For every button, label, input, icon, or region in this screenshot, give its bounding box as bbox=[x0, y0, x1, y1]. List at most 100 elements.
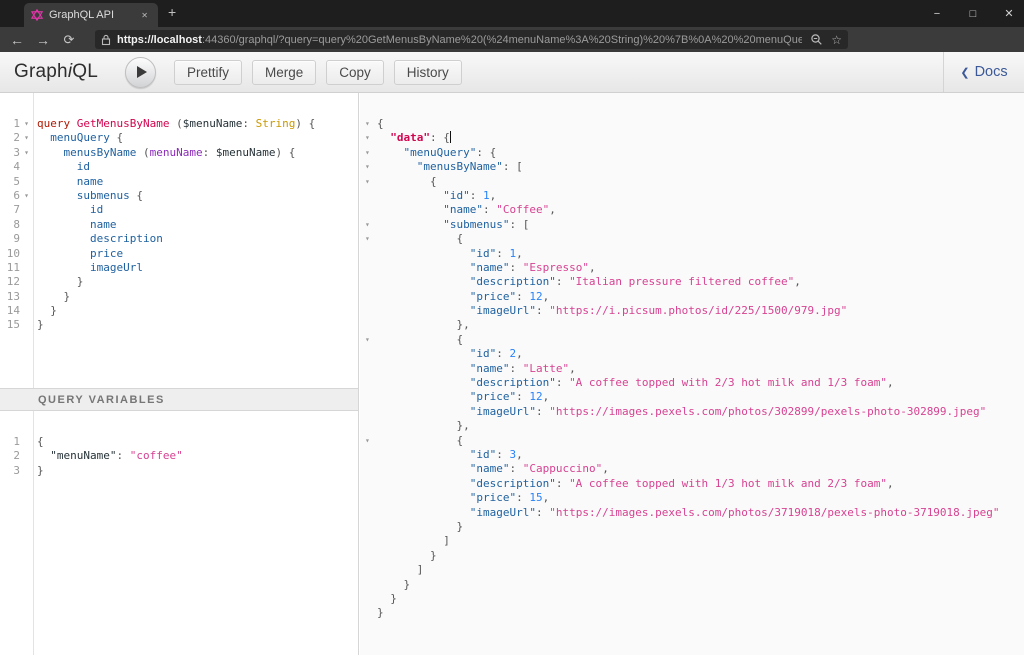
close-button[interactable]: ✕ bbox=[1002, 7, 1016, 20]
code-token: "description" bbox=[470, 275, 556, 288]
url-host: https://localhost bbox=[117, 34, 202, 46]
fold-gutter-spacer bbox=[20, 232, 33, 246]
browser-tab[interactable]: GraphQL API ✕ bbox=[24, 3, 158, 27]
fold-arrow-icon[interactable]: ▾ bbox=[360, 146, 377, 160]
code-token: "description" bbox=[470, 477, 556, 490]
back-button[interactable]: ← bbox=[4, 32, 30, 48]
line-number: 6 bbox=[0, 189, 20, 203]
code-token bbox=[377, 362, 470, 375]
fold-arrow-icon[interactable]: ▾ bbox=[20, 146, 33, 160]
code-token bbox=[377, 419, 456, 432]
refresh-button[interactable]: ⟳ bbox=[56, 32, 82, 48]
fold-arrow-icon[interactable]: ▾ bbox=[360, 434, 377, 448]
line-number: 12 bbox=[0, 275, 20, 289]
code-token bbox=[377, 247, 470, 260]
code-token: "name" bbox=[470, 261, 510, 274]
fold-gutter-spacer bbox=[360, 578, 377, 592]
code-line: "price": 12, bbox=[360, 290, 1024, 304]
query-variables-header[interactable]: QUERY VARIABLES bbox=[0, 388, 358, 411]
code-line: 1{ bbox=[0, 435, 358, 449]
query-editor[interactable]: 1▾query GetMenusByName ($menuName: Strin… bbox=[0, 93, 358, 333]
copy-button[interactable]: Copy bbox=[326, 60, 384, 85]
code-line: "price": 15, bbox=[360, 491, 1024, 505]
code-token: name bbox=[77, 175, 104, 188]
fold-arrow-icon[interactable]: ▾ bbox=[360, 232, 377, 246]
fold-arrow-icon[interactable]: ▾ bbox=[360, 175, 377, 189]
code-token: submenus bbox=[77, 189, 130, 202]
code-token bbox=[377, 434, 456, 447]
code-line: 9 description bbox=[0, 232, 358, 246]
code-token bbox=[377, 261, 470, 274]
fold-arrow-icon[interactable]: ▾ bbox=[360, 131, 377, 145]
code-line: "price": 12, bbox=[360, 390, 1024, 404]
history-button[interactable]: History bbox=[394, 60, 462, 85]
execute-query-button[interactable] bbox=[125, 57, 156, 88]
fold-arrow-icon[interactable]: ▾ bbox=[20, 189, 33, 203]
code-line: }, bbox=[360, 318, 1024, 332]
merge-button[interactable]: Merge bbox=[252, 60, 316, 85]
code-token: , bbox=[543, 290, 550, 303]
code-token: String bbox=[256, 117, 296, 130]
code-token: "id" bbox=[470, 448, 497, 461]
code-token: "name" bbox=[470, 362, 510, 375]
code-token bbox=[37, 232, 90, 245]
code-line: "description": "Italian pressure filtere… bbox=[360, 275, 1024, 289]
code-line: ▾ "submenus": [ bbox=[360, 218, 1024, 232]
code-line: 13 } bbox=[0, 290, 358, 304]
code-token: "imageUrl" bbox=[470, 405, 536, 418]
code-token: { bbox=[110, 131, 123, 144]
code-token: : bbox=[509, 362, 522, 375]
code-token bbox=[37, 131, 50, 144]
code-token: 12 bbox=[529, 290, 542, 303]
minimize-button[interactable]: − bbox=[930, 8, 944, 20]
code-line: ] bbox=[360, 563, 1024, 577]
code-token: "price" bbox=[470, 491, 516, 504]
line-number: 14 bbox=[0, 304, 20, 318]
code-token bbox=[37, 146, 64, 159]
code-token: ( bbox=[143, 146, 150, 159]
code-token: "Cappuccino" bbox=[523, 462, 602, 475]
fold-arrow-icon[interactable]: ▾ bbox=[360, 333, 377, 347]
code-token: , bbox=[549, 203, 556, 216]
code-token: { bbox=[456, 434, 463, 447]
code-token: : [ bbox=[509, 218, 529, 231]
prettify-button[interactable]: Prettify bbox=[174, 60, 242, 85]
code-token: "imageUrl" bbox=[470, 506, 536, 519]
docs-panel-toggle[interactable]: ❮Docs bbox=[943, 52, 1024, 92]
forward-button[interactable]: → bbox=[30, 32, 56, 48]
maximize-button[interactable]: □ bbox=[966, 8, 980, 20]
fold-arrow-icon[interactable]: ▾ bbox=[20, 131, 33, 145]
tab-close-icon[interactable]: ✕ bbox=[138, 9, 151, 22]
new-tab-button[interactable]: + bbox=[168, 4, 176, 20]
fold-arrow-icon[interactable]: ▾ bbox=[360, 218, 377, 232]
code-line: "name": "Cappuccino", bbox=[360, 462, 1024, 476]
fold-arrow-icon[interactable]: ▾ bbox=[360, 117, 377, 131]
fold-gutter-spacer bbox=[360, 592, 377, 606]
code-token: } bbox=[390, 592, 397, 605]
response-pane: ▾{▾ "data": {▾ "menuQuery": {▾ "menusByN… bbox=[360, 93, 1024, 655]
fold-gutter-spacer bbox=[360, 261, 377, 275]
code-line: 1▾query GetMenusByName ($menuName: Strin… bbox=[0, 117, 358, 131]
variables-editor[interactable]: 1{2 "menuName": "coffee"3} bbox=[0, 411, 358, 478]
favorite-star-icon[interactable]: ☆ bbox=[831, 33, 842, 47]
code-token: "id" bbox=[443, 189, 470, 202]
url-field[interactable]: https://localhost:44360/graphql/?query=q… bbox=[95, 30, 848, 49]
zoom-icon[interactable] bbox=[810, 33, 823, 46]
fold-arrow-icon[interactable]: ▾ bbox=[20, 117, 33, 131]
code-line: ▾ { bbox=[360, 434, 1024, 448]
code-token bbox=[37, 247, 90, 260]
code-line: ▾ { bbox=[360, 333, 1024, 347]
docs-link: ❮Docs bbox=[960, 64, 1007, 80]
response-viewer[interactable]: ▾{▾ "data": {▾ "menuQuery": {▾ "menusByN… bbox=[360, 93, 1024, 621]
line-number: 4 bbox=[0, 160, 20, 174]
code-token: "menusByName" bbox=[417, 160, 503, 173]
code-token: { bbox=[377, 117, 384, 130]
code-token: "menuQuery" bbox=[404, 146, 477, 159]
code-token: 12 bbox=[529, 390, 542, 403]
code-token: 15 bbox=[529, 491, 542, 504]
code-token bbox=[37, 160, 77, 173]
fold-arrow-icon[interactable]: ▾ bbox=[360, 160, 377, 174]
code-line: ▾{ bbox=[360, 117, 1024, 131]
code-token: ) { bbox=[295, 117, 315, 130]
code-token: "imageUrl" bbox=[470, 304, 536, 317]
